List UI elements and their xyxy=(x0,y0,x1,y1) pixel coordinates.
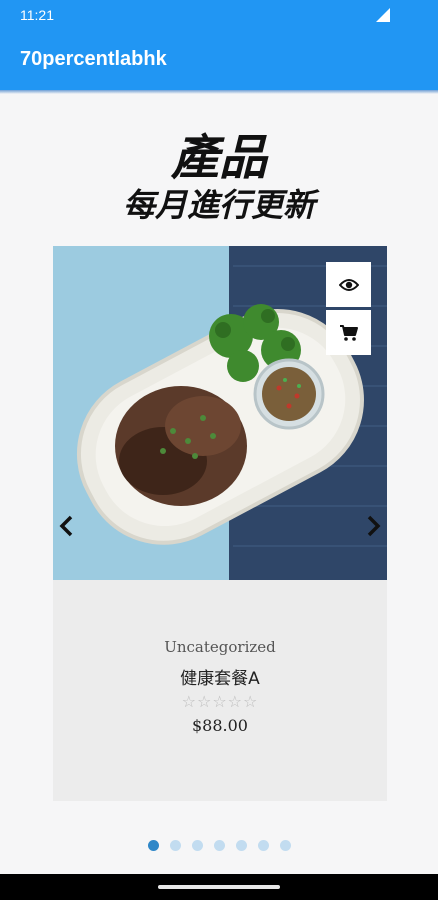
product-price: $88.00 xyxy=(192,716,248,735)
product-rating-stars: ☆☆☆☆☆ xyxy=(181,692,259,711)
status-time: 11:21 xyxy=(20,7,54,23)
system-nav-bar xyxy=(0,874,438,900)
carousel-dot[interactable] xyxy=(213,840,225,851)
carousel-dot[interactable] xyxy=(235,840,247,851)
page-subtitle: 每月進行更新 xyxy=(122,186,315,224)
add-to-cart-button[interactable] xyxy=(326,310,371,355)
carousel-next-arrow[interactable] xyxy=(365,514,383,538)
page-title: 產品 xyxy=(170,130,267,186)
product-name[interactable]: 健康套餐A xyxy=(53,664,387,689)
carousel-dot[interactable] xyxy=(191,840,203,851)
app-screen: 11:21 70percentlabhk 產品 每月進行更新 Uncategor… xyxy=(0,0,438,900)
eye-icon xyxy=(338,278,359,291)
home-gesture-handle[interactable] xyxy=(158,885,280,889)
carousel-pagination xyxy=(0,840,438,852)
cart-icon xyxy=(339,324,358,341)
app-title: 70percentlabhk xyxy=(20,48,167,70)
product-card[interactable]: Uncategorized 健康套餐A ☆☆☆☆☆ $88.00 xyxy=(53,246,387,801)
status-bar: 11:21 xyxy=(0,0,438,30)
carousel-dot[interactable] xyxy=(147,840,159,851)
carousel-dot[interactable] xyxy=(169,840,181,851)
quick-view-button[interactable] xyxy=(326,262,371,307)
signal-icon xyxy=(376,8,390,22)
app-bar-shadow xyxy=(0,90,438,94)
app-bar: 70percentlabhk xyxy=(0,30,438,90)
carousel-prev-arrow[interactable] xyxy=(57,514,75,538)
product-category[interactable]: Uncategorized xyxy=(53,638,387,656)
carousel-dot[interactable] xyxy=(257,840,269,851)
carousel-dot[interactable] xyxy=(279,840,291,851)
